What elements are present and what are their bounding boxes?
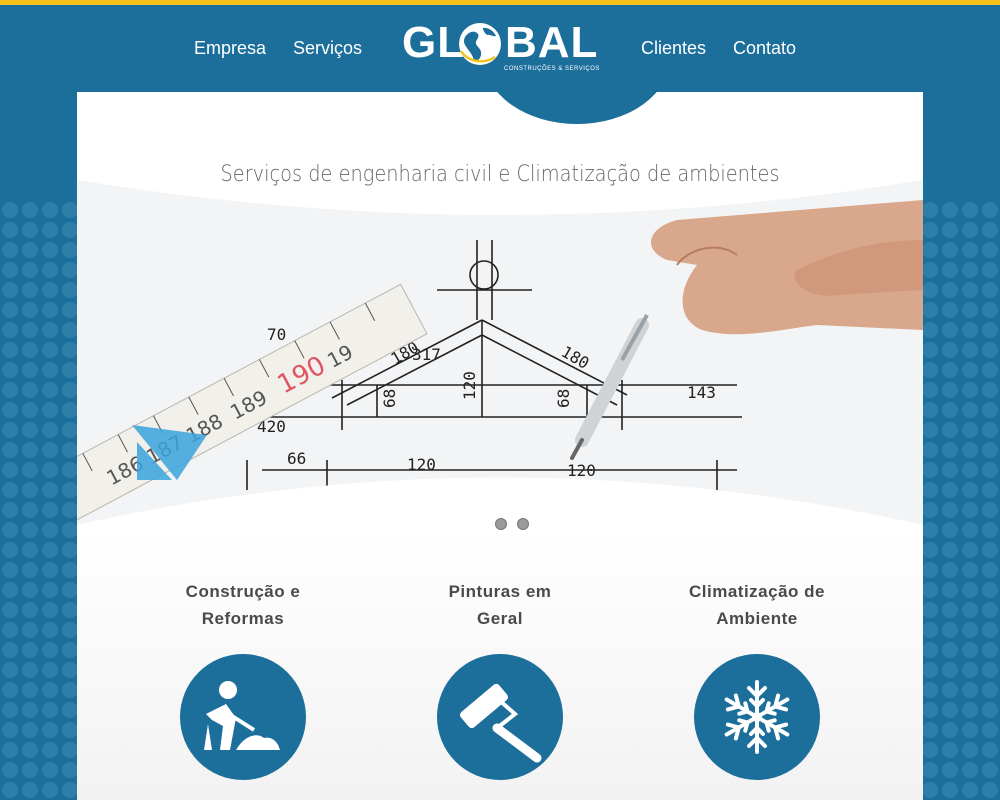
service-title-line1: Pinturas em [448,582,552,601]
svg-text:120: 120 [407,455,436,474]
service-title-line2: Reformas [201,609,285,628]
nav-link-servicos[interactable]: Serviços [293,38,362,59]
service-title-line2: Ambiente [716,609,798,628]
service-title-line1: Construção e [185,582,301,601]
svg-text:70: 70 [267,325,286,344]
nav-link-clientes[interactable]: Clientes [641,38,706,59]
construction-worker-icon [204,681,280,750]
hero-blueprint-image: 317 70 180 180 143 143 120 68 68 420 66 … [77,180,923,532]
carousel-dot-1[interactable] [495,518,507,530]
paint-roller-icon [460,683,542,763]
svg-text:143: 143 [687,383,716,402]
climate-service-button[interactable] [694,654,820,780]
carousel-dot-2[interactable] [517,518,529,530]
service-pinturas: Pinturas em Geral [410,578,590,632]
content-panel: Serviços de engenharia civil e Climatiza… [77,92,923,800]
svg-text:68: 68 [380,389,399,408]
background-dot-pattern-right [920,200,1000,800]
service-title-line1: Climatização de [689,582,825,601]
construction-service-button[interactable] [180,654,306,780]
global-logo[interactable]: GL BAL CONSTRUÇÕES & SERVIÇOS [402,18,602,78]
nav-link-contato[interactable]: Contato [733,38,796,59]
main-navigation: Empresa Serviços GL BAL CONSTRUÇÕES & SE… [0,0,1000,92]
service-construcao: Construção e Reformas [153,578,333,632]
nav-link-empresa[interactable]: Empresa [194,38,266,59]
logo-wordmark-left: GL [402,18,466,67]
painting-service-button[interactable] [437,654,563,780]
svg-text:68: 68 [554,389,573,408]
snowflake-icon [720,680,794,754]
logo-wordmark-right: BAL [505,18,599,67]
logo-tab-curve [484,92,670,124]
svg-text:120: 120 [567,461,596,480]
svg-text:120: 120 [460,371,479,400]
logo-subtitle: CONSTRUÇÕES & SERVIÇOS [504,66,600,72]
svg-text:66: 66 [287,449,306,468]
services-section: Construção e Reformas Pinturas em Geral [77,532,923,800]
background-dot-pattern-left [0,200,80,800]
service-climatizacao: Climatização de Ambiente [667,578,847,632]
service-title-line2: Geral [477,609,523,628]
globe-icon [459,23,501,65]
